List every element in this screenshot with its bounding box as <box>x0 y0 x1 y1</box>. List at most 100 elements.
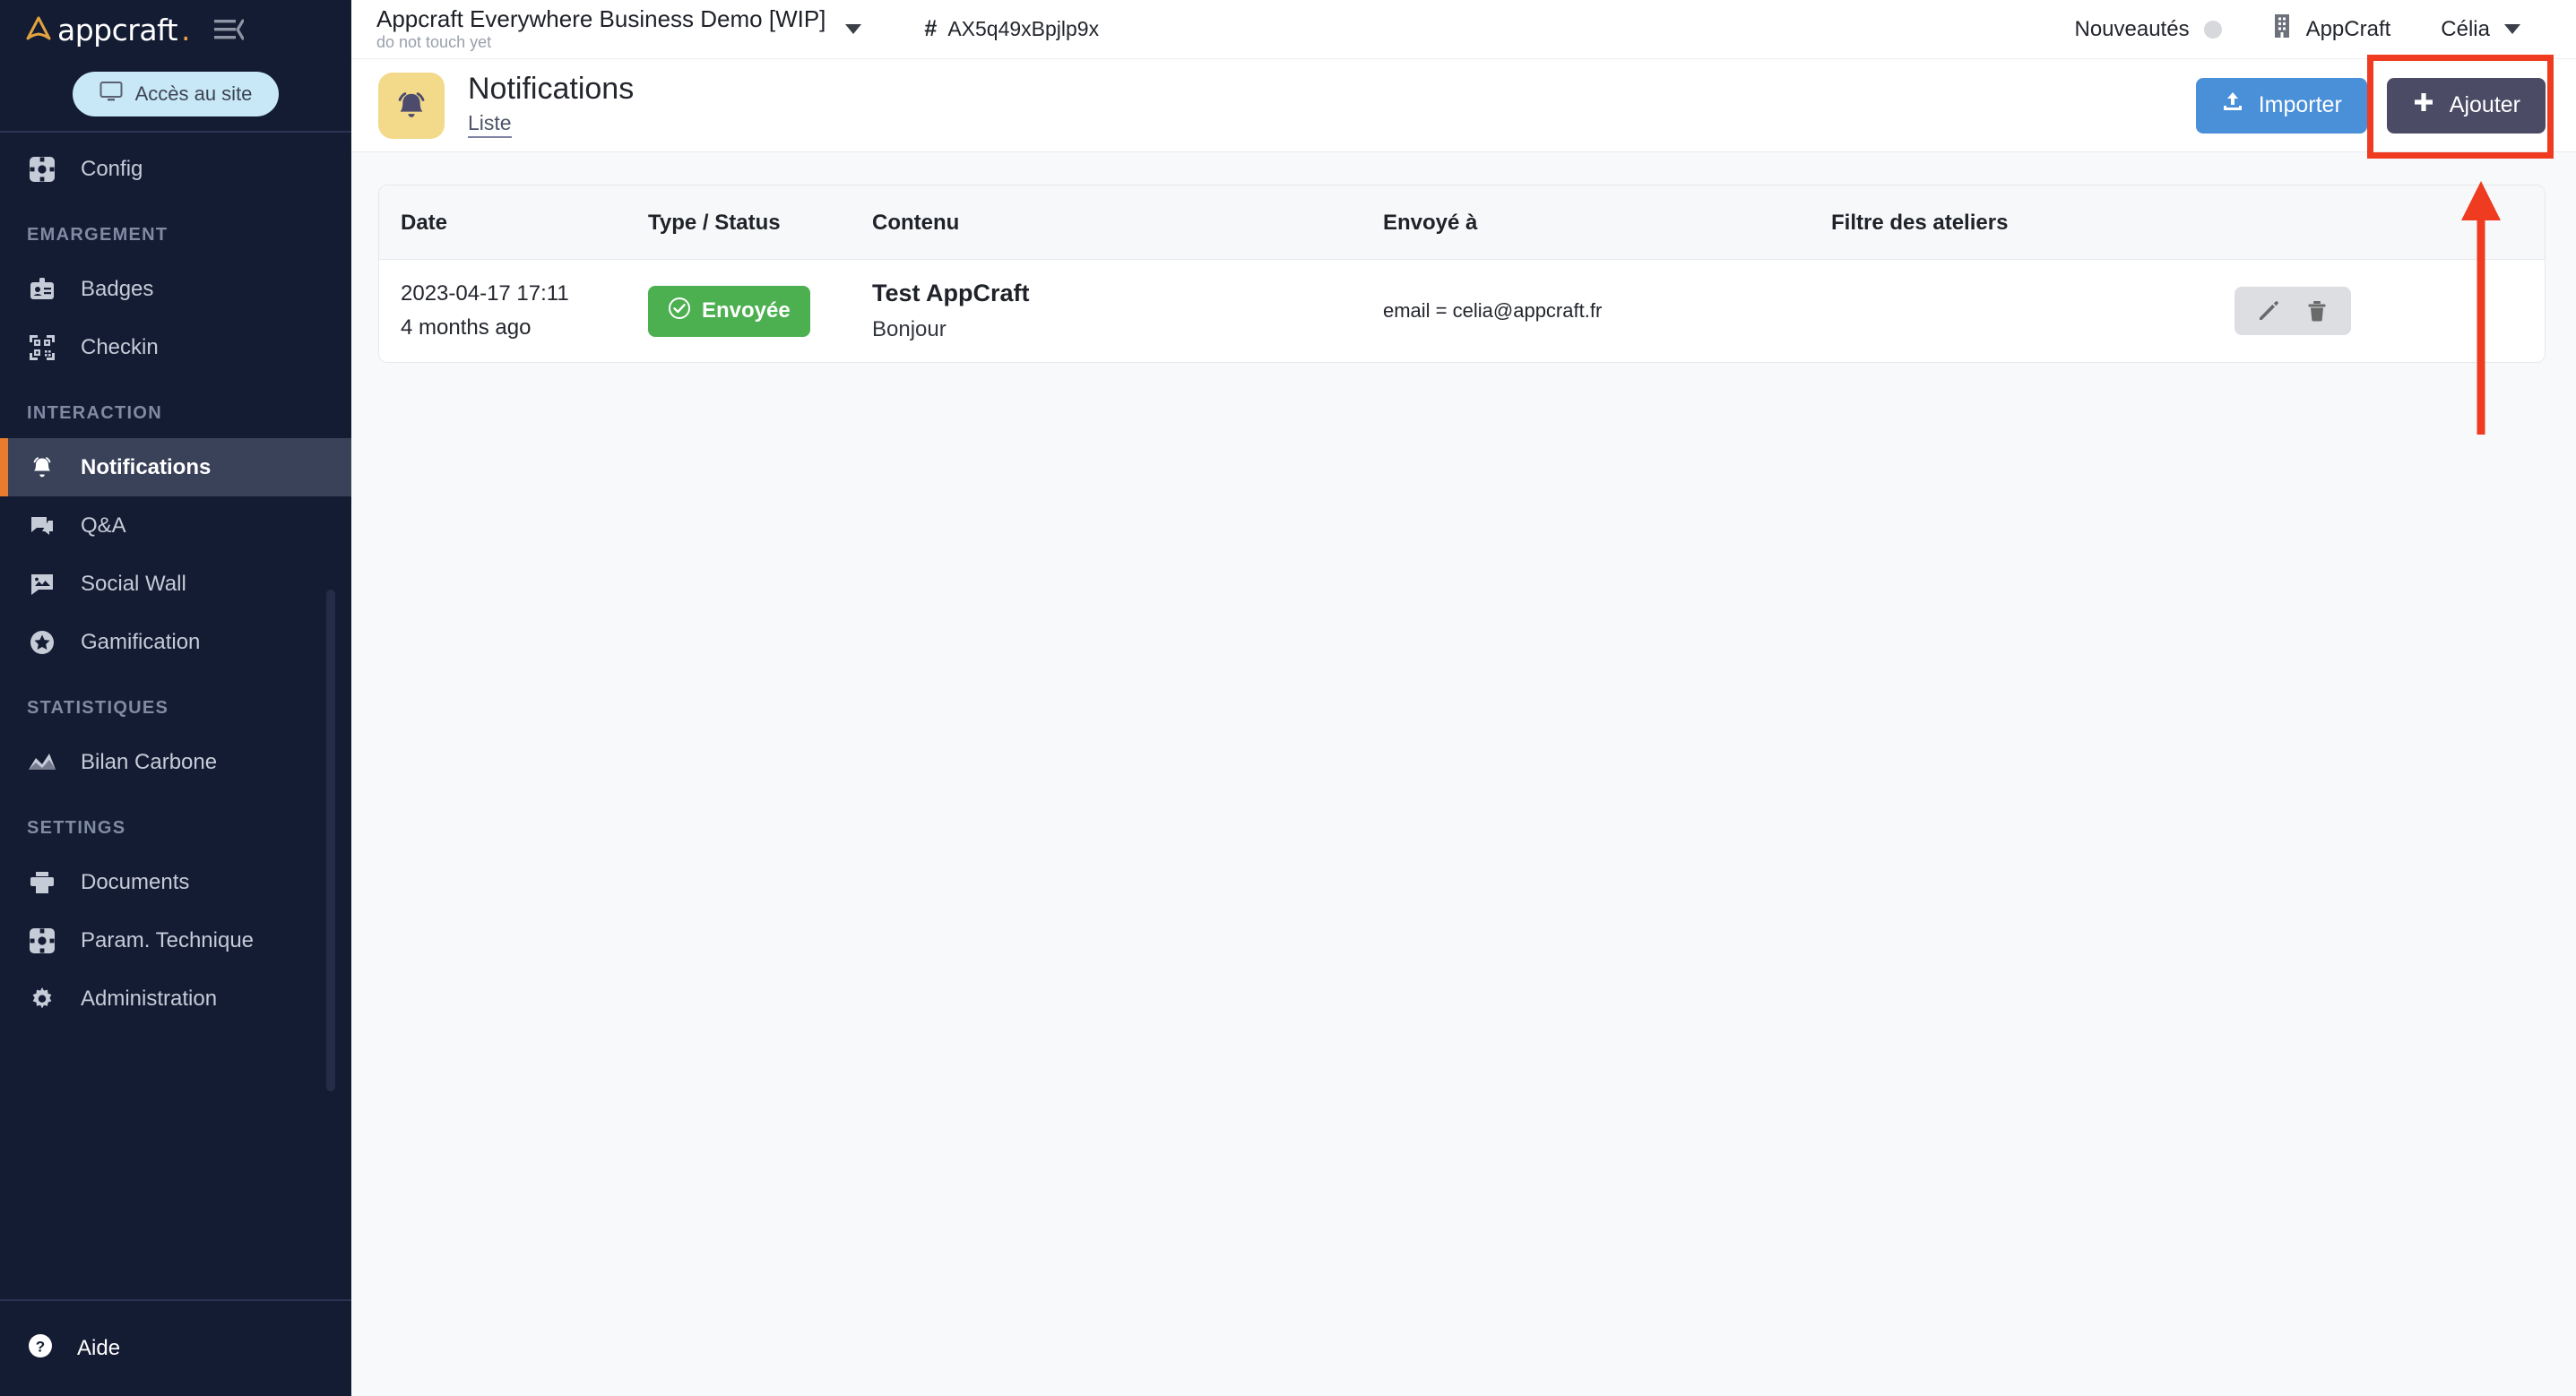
sidebar-clipped-item[interactable]: Display <box>0 133 351 140</box>
sidebar-item-param-technique[interactable]: Param. Technique <box>0 911 351 969</box>
organization-selector[interactable]: AppCraft <box>2247 13 2416 45</box>
page-title-block: Notifications Liste <box>468 72 635 138</box>
star-circle-icon <box>27 627 57 658</box>
cell-workshop-filter <box>1831 260 2235 363</box>
sidebar-item-label: Social Wall <box>81 571 186 596</box>
cell-content: Test AppCraft Bonjour <box>872 260 1383 363</box>
project-name: Appcraft Everywhere Business Demo [WIP] <box>376 4 826 32</box>
chevron-down-icon[interactable] <box>845 24 862 34</box>
notifications-table-card: Date Type / Status Contenu Envoyé à Filt… <box>378 185 2546 363</box>
status-badge-label: Envoyée <box>702 298 791 323</box>
page-title: Notifications <box>468 72 635 107</box>
column-header-type-status[interactable]: Type / Status <box>648 185 872 260</box>
settings-square-icon <box>27 154 57 185</box>
news-button[interactable]: Nouveautés <box>2049 17 2246 42</box>
bell-icon <box>27 452 57 483</box>
project-selector[interactable]: Appcraft Everywhere Business Demo [WIP] … <box>376 4 862 52</box>
check-circle-icon <box>668 297 691 326</box>
add-button[interactable]: Ajouter <box>2386 77 2546 134</box>
sidebar-item-checkin[interactable]: Checkin <box>0 318 351 376</box>
sidebar-item-label: Notifications <box>81 454 212 479</box>
notifications-table: Date Type / Status Contenu Envoyé à Filt… <box>379 185 2545 362</box>
plus-icon <box>2412 90 2435 120</box>
sidebar-item-administration[interactable]: Administration <box>0 969 351 1028</box>
news-label: Nouveautés <box>2074 16 2190 41</box>
project-text: Appcraft Everywhere Business Demo [WIP] … <box>376 4 826 52</box>
sidebar-clipped-item-label: Display <box>79 133 150 134</box>
appcraft-triangle-logo-icon <box>23 14 54 45</box>
cell-date: 2023-04-17 17:11 4 months ago <box>379 260 648 363</box>
hash-icon: # <box>924 16 938 41</box>
sidebar: appcraft. Accès au site Config EMARGEMEN… <box>0 0 351 1396</box>
sidebar-item-label: Checkin <box>81 334 159 359</box>
import-label: Importer <box>2258 92 2342 117</box>
sidebar-item-config[interactable]: Config <box>0 140 351 198</box>
sidebar-item-documents[interactable]: Documents <box>0 853 351 911</box>
sidebar-item-gamification[interactable]: Gamification <box>0 613 351 671</box>
column-header-date[interactable]: Date <box>379 185 648 260</box>
brand-bar: appcraft. <box>0 0 351 59</box>
row-date-relative: 4 months ago <box>401 315 532 340</box>
sidebar-section-emargement: EMARGEMENT <box>27 225 169 245</box>
organization-label: AppCraft <box>2305 16 2391 41</box>
table-head: Date Type / Status Contenu Envoyé à Filt… <box>379 185 2545 260</box>
cell-sent-to: email = celia@appcraft.fr <box>1383 260 1831 363</box>
monitor-icon <box>99 81 123 108</box>
sidebar-section-statistiques: STATISTIQUES <box>27 698 169 718</box>
row-actions-group <box>2235 287 2351 335</box>
sidebar-item-aide[interactable]: ? Aide <box>0 1299 351 1396</box>
row-date: 2023-04-17 17:11 <box>401 281 569 306</box>
import-button[interactable]: Importer <box>2195 77 2367 134</box>
project-subtitle: do not touch yet <box>376 33 492 52</box>
sidebar-section-settings: SETTINGS <box>27 818 126 838</box>
row-content-body: Bonjour <box>872 317 947 341</box>
access-site-button[interactable]: Accès au site <box>72 72 280 116</box>
project-id-display: # AX5q49xBpjlp9x <box>924 16 1099 42</box>
column-header-contenu[interactable]: Contenu <box>872 185 1383 260</box>
sidebar-item-social-wall[interactable]: Social Wall <box>0 555 351 613</box>
cell-status: Envoyée <box>648 260 872 363</box>
sidebar-item-badges[interactable]: Badges <box>0 260 351 318</box>
settings-square-icon <box>27 926 57 956</box>
sidebar-scrollbar[interactable] <box>326 590 335 1091</box>
breadcrumb-liste[interactable]: Liste <box>468 111 512 138</box>
sidebar-item-label: Documents <box>81 869 190 894</box>
brand-dot: . <box>181 12 191 47</box>
topbar-right: Nouveautés AppCraft Célia <box>2049 13 2546 45</box>
main-area: Appcraft Everywhere Business Demo [WIP] … <box>351 0 2576 1396</box>
qr-code-icon <box>27 332 57 363</box>
access-site-label: Accès au site <box>134 82 253 105</box>
table-row[interactable]: 2023-04-17 17:11 4 months ago Envoyée Te… <box>379 260 2545 363</box>
column-header-envoye-a[interactable]: Envoyé à <box>1383 185 1831 260</box>
gear-icon <box>27 984 57 1014</box>
sidebar-item-label: Bilan Carbone <box>81 749 218 774</box>
sidebar-item-label: Config <box>81 156 143 181</box>
status-dot-icon <box>2203 20 2222 39</box>
user-menu[interactable]: Célia <box>2416 17 2546 42</box>
app-root: appcraft. Accès au site Config EMARGEMEN… <box>0 0 2576 1396</box>
topbar: Appcraft Everywhere Business Demo [WIP] … <box>351 0 2576 59</box>
collapse-sidebar-icon[interactable] <box>213 18 245 41</box>
building-icon <box>2272 13 2292 45</box>
row-sent-to: email = celia@appcraft.fr <box>1383 299 1603 322</box>
column-header-filtre-ateliers[interactable]: Filtre des ateliers <box>1831 185 2235 260</box>
column-header-actions <box>2235 185 2545 260</box>
project-id-value: AX5q49xBpjlp9x <box>947 17 1100 40</box>
table-header-row: Date Type / Status Contenu Envoyé à Filt… <box>379 185 2545 260</box>
sidebar-nav: Display Config <box>0 133 351 1028</box>
sidebar-scroll-area[interactable]: Display Config <box>0 131 351 1299</box>
question-circle-icon: ? <box>27 1332 54 1366</box>
page-content: Date Type / Status Contenu Envoyé à Filt… <box>351 152 2576 1396</box>
pencil-icon[interactable] <box>2256 298 2281 323</box>
trash-icon[interactable] <box>2304 298 2330 323</box>
brand-logo[interactable]: appcraft. <box>23 12 191 47</box>
chat-bubbles-icon <box>27 511 57 541</box>
chevron-down-icon[interactable] <box>2504 24 2520 34</box>
access-site-wrapper: Accès au site <box>0 59 351 131</box>
sidebar-item-qa[interactable]: Q&A <box>0 496 351 555</box>
row-content-title: Test AppCraft <box>872 280 1030 306</box>
status-badge: Envoyée <box>648 285 810 337</box>
sidebar-item-bilan-carbone[interactable]: Bilan Carbone <box>0 733 351 791</box>
sidebar-item-notifications[interactable]: Notifications <box>0 438 351 496</box>
image-bubble-icon <box>27 569 57 599</box>
